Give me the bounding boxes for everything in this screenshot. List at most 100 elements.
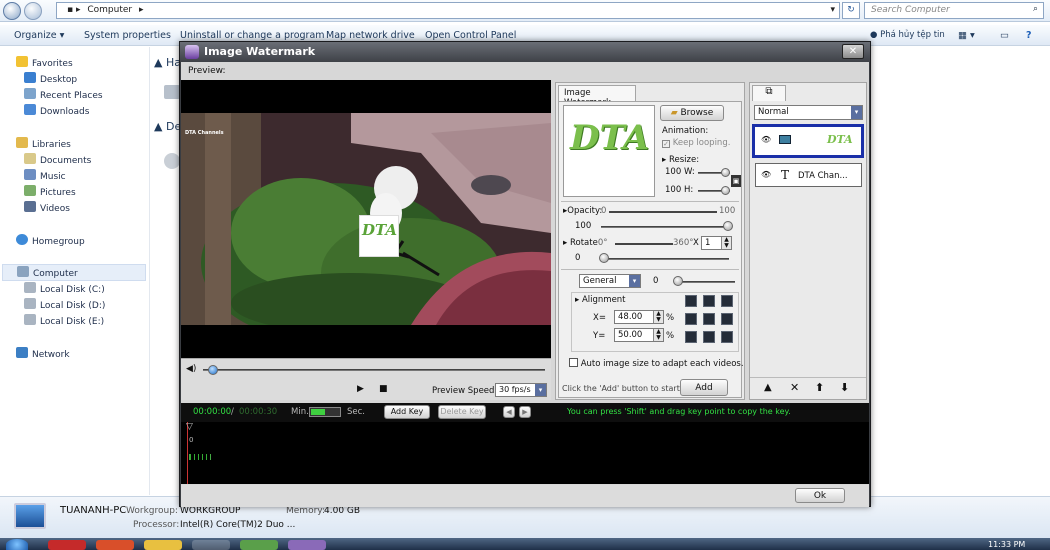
nav-downloads[interactable]: Downloads — [24, 104, 89, 117]
spinner-icon[interactable]: ▲ ▼ — [721, 237, 731, 249]
layer-item-image[interactable]: 👁 DTA — [752, 124, 864, 158]
layer-item-text[interactable]: 👁 T DTA Chan... — [755, 163, 862, 187]
watermark-image-preview[interactable]: DTA — [563, 105, 655, 197]
volume-icon[interactable]: ◀) — [186, 364, 196, 374]
rotate-count-input[interactable]: 1 ▲ ▼ — [701, 236, 732, 250]
lock-icon[interactable]: ▲ — [764, 382, 772, 393]
taskbar-app[interactable] — [288, 540, 326, 550]
auto-size-checkbox[interactable]: Auto image size to adapt each videos. — [569, 358, 744, 369]
system-properties-button[interactable]: System properties — [84, 30, 171, 41]
delete-icon[interactable]: ✕ — [790, 381, 799, 394]
layers-icon[interactable]: ⧉ — [752, 85, 786, 101]
opacity-knob[interactable] — [723, 221, 733, 231]
add-button[interactable]: Add — [680, 379, 728, 396]
taskbar-app[interactable] — [96, 540, 134, 550]
lock-aspect-icon[interactable]: ▣ — [731, 175, 741, 187]
move-down-icon[interactable]: ⬇ — [840, 381, 849, 394]
nav-libraries[interactable]: Libraries — [16, 137, 71, 150]
organize-menu[interactable]: Organize ▾ — [14, 30, 64, 41]
close-button[interactable]: ✕ — [842, 44, 864, 59]
width-knob[interactable] — [721, 168, 730, 177]
blend-knob[interactable] — [673, 276, 683, 286]
nav-recent-places[interactable]: Recent Places — [24, 88, 103, 101]
align-bottom-center-button[interactable] — [703, 331, 715, 343]
drive-icon[interactable] — [164, 85, 180, 99]
group-header-devices[interactable]: ▲ De — [154, 120, 181, 133]
blend-slider[interactable] — [675, 281, 735, 283]
y-position-input[interactable]: 50.00 ▲ ▼ — [614, 328, 664, 342]
user-command-button[interactable]: ● Phá hủy tệp tin — [870, 30, 945, 40]
nav-pictures[interactable]: Pictures — [24, 185, 76, 198]
align-bottom-right-button[interactable] — [721, 331, 733, 343]
spinner-icon[interactable]: ▲ ▼ — [653, 329, 663, 341]
forward-button[interactable] — [24, 2, 42, 20]
address-bar[interactable]: ▪ ▸ Computer ▸ ▾ — [56, 2, 840, 19]
preview-speed-select[interactable]: 30 fps/s ▾ — [495, 383, 547, 397]
video-preview[interactable]: DTA DTA Channels — [181, 80, 551, 358]
align-top-center-button[interactable] — [703, 295, 715, 307]
keyframe-timeline[interactable]: ▽ 0 — [181, 422, 869, 484]
watermark-overlay[interactable]: DTA — [359, 215, 399, 257]
height-knob[interactable] — [721, 186, 730, 195]
eye-icon[interactable]: 👁 — [761, 135, 771, 144]
tab-image-watermark[interactable]: Image Watermark — [558, 85, 636, 108]
dvd-drive-icon[interactable] — [164, 153, 180, 169]
align-top-right-button[interactable] — [721, 295, 733, 307]
add-key-button[interactable]: Add Key — [384, 405, 430, 419]
open-control-panel-button[interactable]: Open Control Panel — [425, 30, 516, 41]
next-key-button[interactable]: ▶ — [519, 406, 531, 418]
taskbar-app[interactable] — [192, 540, 230, 550]
opacity-slider[interactable] — [601, 226, 729, 228]
nav-videos[interactable]: Videos — [24, 201, 70, 214]
nav-local-disk-e[interactable]: Local Disk (E:) — [24, 314, 104, 327]
keep-looping-checkbox[interactable]: ✓ Keep looping. — [662, 138, 730, 148]
nav-documents[interactable]: Documents — [24, 153, 91, 166]
search-input[interactable]: Search Computer ⌕ — [864, 2, 1044, 19]
move-up-icon[interactable]: ⬆ — [815, 381, 824, 394]
refresh-button[interactable]: ↻ — [842, 2, 860, 19]
play-button[interactable]: ▶ — [357, 384, 364, 394]
blend-mode-select[interactable]: General ▾ — [579, 274, 641, 288]
help-icon[interactable]: ? — [1026, 30, 1032, 41]
stop-button[interactable]: ■ — [379, 384, 388, 394]
rotate-slider[interactable] — [601, 258, 729, 260]
nav-music[interactable]: Music — [24, 169, 66, 182]
nav-computer[interactable]: Computer — [2, 264, 146, 281]
seek-knob[interactable] — [207, 365, 218, 375]
align-center-button[interactable] — [703, 313, 715, 325]
nav-favorites[interactable]: Favorites — [16, 56, 73, 69]
map-network-drive-button[interactable]: Map network drive — [326, 30, 415, 41]
layer-blend-select[interactable]: Normal ▾ — [754, 105, 863, 120]
x-position-input[interactable]: 48.00 ▲ ▼ — [614, 310, 664, 324]
group-header-hard-disks[interactable]: ▲ Ha — [154, 56, 181, 69]
rotate-knob[interactable] — [599, 253, 609, 263]
preview-pane-icon[interactable]: ▭ — [1000, 30, 1009, 41]
prev-key-button[interactable]: ◀ — [503, 406, 515, 418]
nav-desktop[interactable]: Desktop — [24, 72, 77, 85]
browse-button[interactable]: ▰ Browse — [660, 105, 724, 121]
align-middle-left-button[interactable] — [685, 313, 697, 325]
dialog-titlebar[interactable]: Image Watermark ✕ — [180, 42, 870, 62]
seek-slider[interactable] — [203, 369, 545, 371]
nav-local-disk-d[interactable]: Local Disk (D:) — [24, 298, 105, 311]
back-button[interactable] — [3, 2, 21, 20]
taskbar-app[interactable] — [144, 540, 182, 550]
taskbar-app[interactable] — [240, 540, 278, 550]
nav-network[interactable]: Network — [16, 347, 70, 360]
playhead-marker-icon[interactable]: ▽ — [186, 422, 193, 432]
nav-local-disk-c[interactable]: Local Disk (C:) — [24, 282, 105, 295]
nav-homegroup[interactable]: Homegroup — [16, 234, 85, 247]
zoom-slider[interactable] — [309, 407, 341, 417]
view-options-icon[interactable]: ▦ ▾ — [958, 30, 975, 41]
align-bottom-left-button[interactable] — [685, 331, 697, 343]
start-button[interactable] — [6, 539, 28, 550]
align-top-left-button[interactable] — [685, 295, 697, 307]
uninstall-program-button[interactable]: Uninstall or change a program — [180, 30, 325, 41]
delete-key-button[interactable]: Delete Key — [438, 405, 486, 419]
clock[interactable]: 11:33 PM — [988, 540, 1025, 549]
taskbar-app[interactable] — [48, 540, 86, 550]
eye-icon[interactable]: 👁 — [761, 170, 771, 179]
align-middle-right-button[interactable] — [721, 313, 733, 325]
address-dropdown-icon[interactable]: ▾ — [830, 5, 835, 15]
ok-button[interactable]: Ok — [795, 488, 845, 503]
